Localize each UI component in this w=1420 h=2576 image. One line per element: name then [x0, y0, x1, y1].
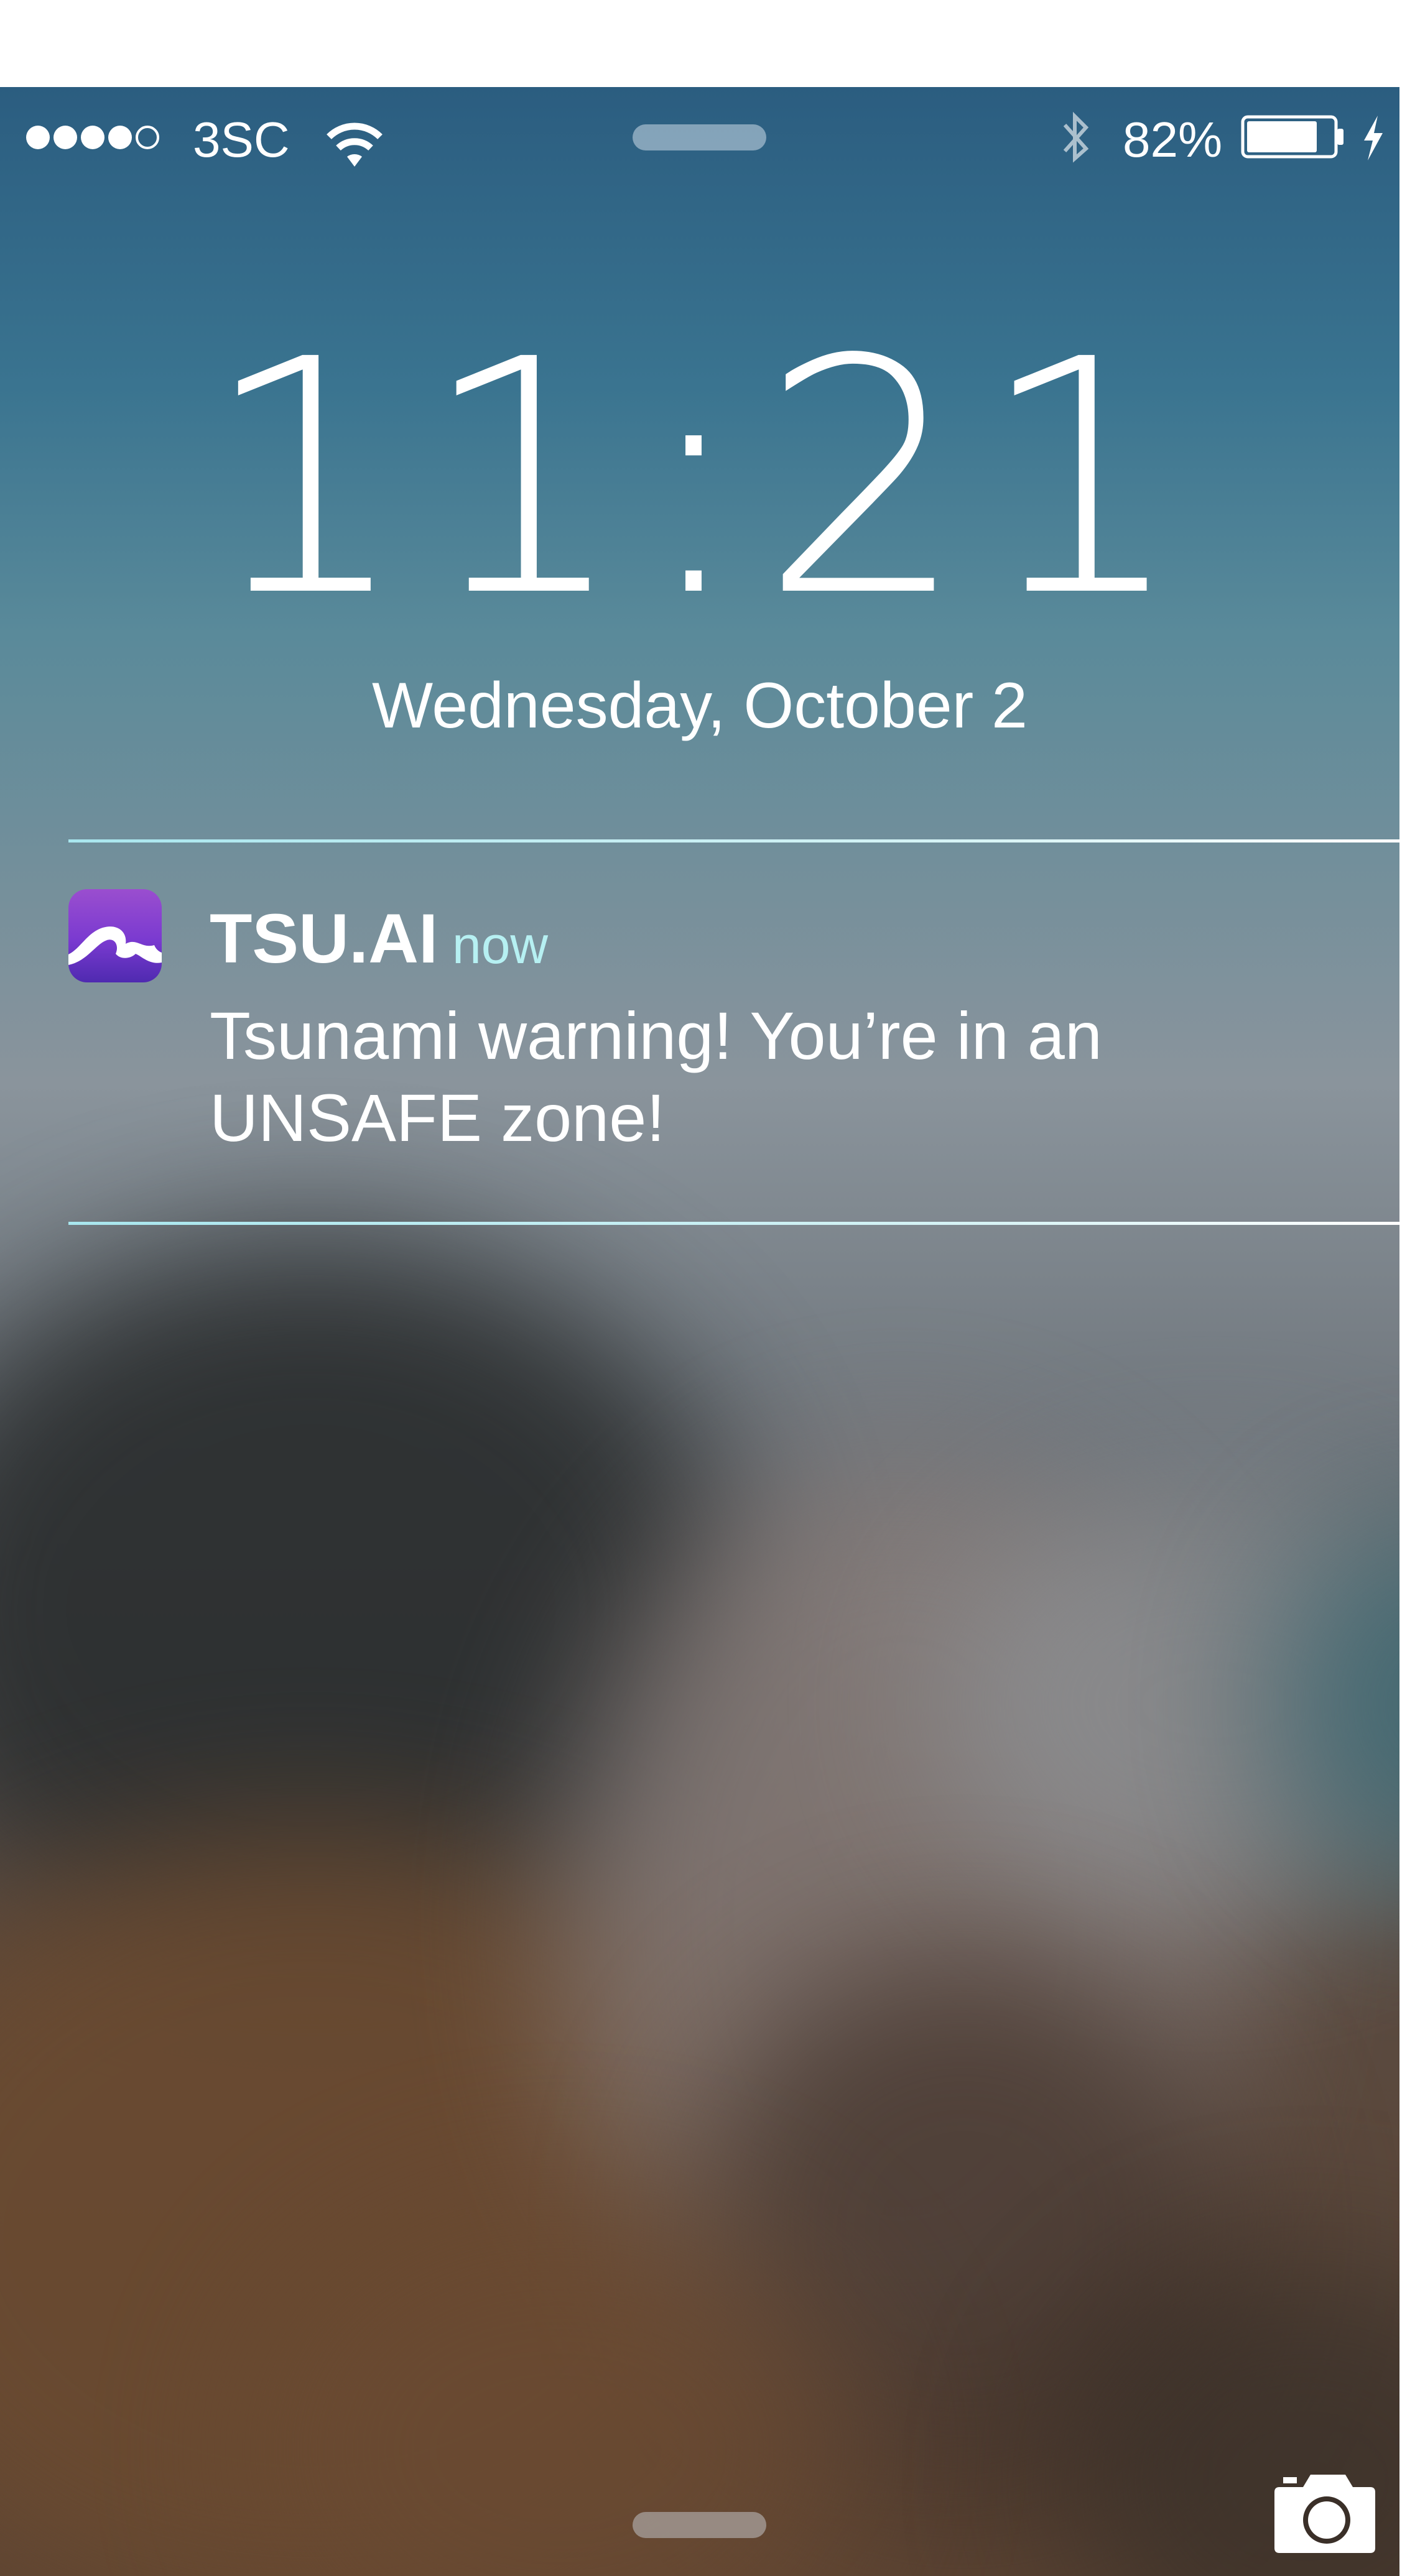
notification-divider-top — [68, 839, 1399, 843]
signal-dot — [108, 126, 132, 149]
charging-bolt-icon — [1364, 116, 1383, 160]
battery-percentage: 82% — [1123, 112, 1223, 167]
camera-icon[interactable] — [1272, 2468, 1378, 2555]
signal-dot — [81, 126, 104, 149]
carrier-name: 3SC — [193, 112, 290, 167]
right-margin — [1399, 87, 1420, 2576]
control-center-grabber[interactable] — [633, 2512, 766, 2538]
status-bar: 3SC 82% — [0, 87, 1399, 180]
lock-screen-date: Wednesday, October 2 — [371, 670, 1028, 742]
wifi-icon — [327, 122, 383, 167]
notification-center-grabber[interactable] — [633, 124, 766, 150]
signal-dot — [26, 126, 50, 149]
battery-icon — [1241, 115, 1343, 159]
signal-dot — [53, 126, 77, 149]
notification-divider-bottom — [68, 1222, 1399, 1225]
top-margin — [0, 0, 1420, 87]
lock-screen-time: 11:21 — [202, 290, 1197, 667]
notification-time: now — [452, 916, 549, 974]
notification-app-name: TSU.AI — [210, 900, 439, 977]
lock-screen: 3SC 82% 11:21 Wednesday, October 2 TSU.A… — [0, 87, 1399, 2576]
wave-icon[interactable] — [68, 889, 162, 982]
signal-dots-icon — [26, 126, 159, 149]
notification-message[interactable]: Tsunami warning! You’re in an UNSAFE zon… — [210, 995, 1329, 1159]
signal-dot — [136, 126, 159, 149]
bluetooth-icon — [1063, 111, 1089, 163]
